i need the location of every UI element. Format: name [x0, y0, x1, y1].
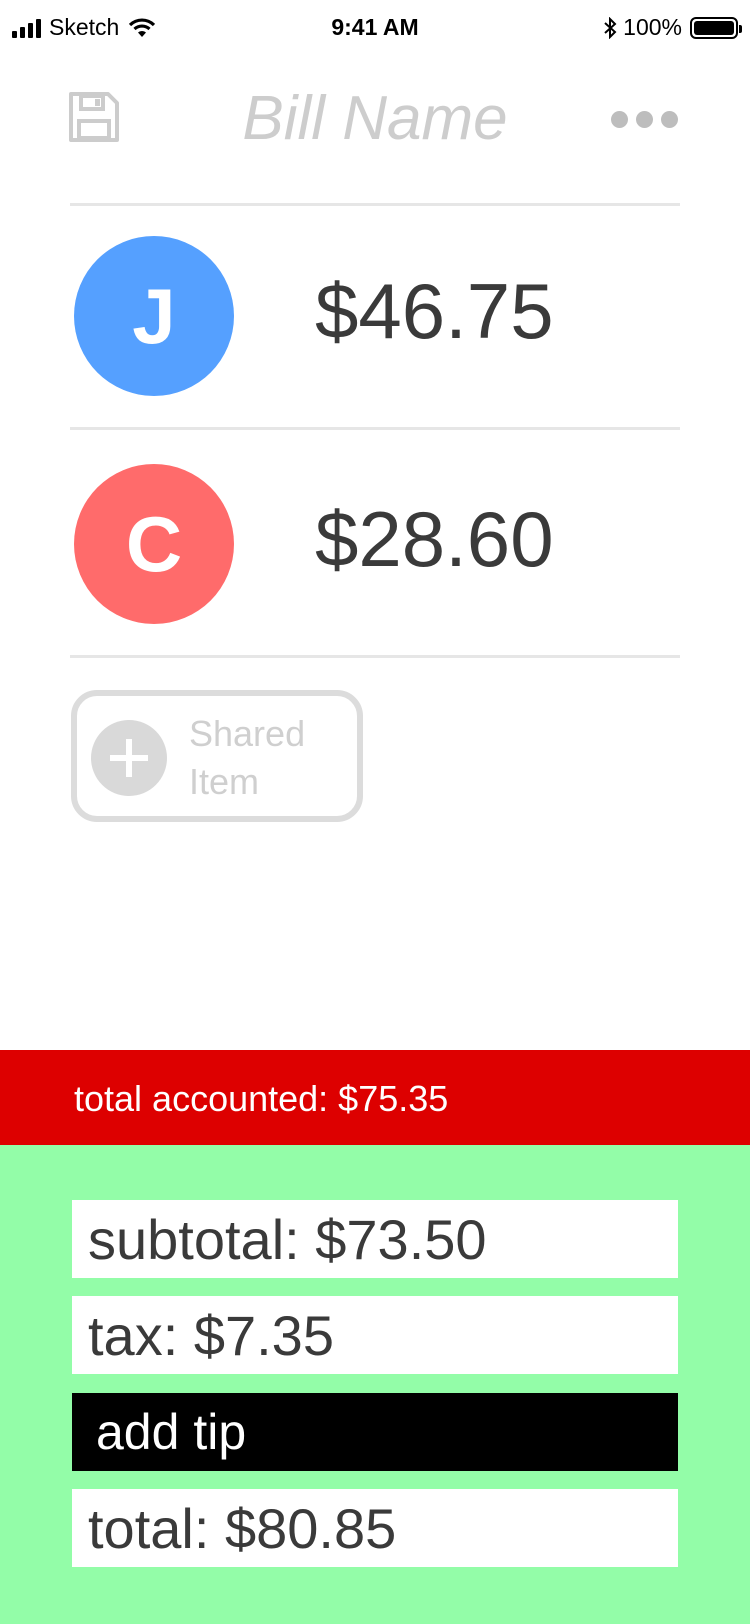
subtotal-field[interactable]: subtotal: $73.50 [72, 1200, 678, 1278]
avatar[interactable]: C [74, 464, 234, 624]
person-row[interactable]: J $46.75 [70, 218, 680, 418]
status-bar: Sketch 9:41 AM 100% [0, 0, 750, 60]
shared-item-label: Shared Item [189, 713, 306, 802]
status-right: 100% [603, 14, 742, 41]
total-accounted-text: total accounted: $75.35 [74, 1078, 449, 1119]
divider [70, 203, 680, 206]
more-icon[interactable] [611, 111, 678, 128]
battery-icon [690, 16, 742, 39]
total-field: total: $80.85 [72, 1489, 678, 1567]
person-amount: $46.75 [315, 267, 554, 355]
total-accounted-bar: total accounted: $75.35 [0, 1050, 750, 1145]
person-row[interactable]: C $28.60 [70, 446, 680, 646]
divider [70, 655, 680, 658]
bluetooth-icon [604, 16, 617, 39]
divider [70, 427, 680, 430]
add-shared-item-button[interactable]: Shared Item [71, 690, 363, 822]
bill-header: Bill Name [0, 75, 750, 165]
summary-panel: subtotal: $73.50 tax: $7.35 add tip tota… [0, 1145, 750, 1624]
tax-field[interactable]: tax: $7.35 [72, 1296, 678, 1374]
person-amount: $28.60 [315, 495, 554, 583]
avatar[interactable]: J [74, 236, 234, 396]
add-tip-button[interactable]: add tip [72, 1393, 678, 1471]
battery-percent: 100% [623, 14, 682, 40]
plus-circle-icon [91, 720, 167, 796]
